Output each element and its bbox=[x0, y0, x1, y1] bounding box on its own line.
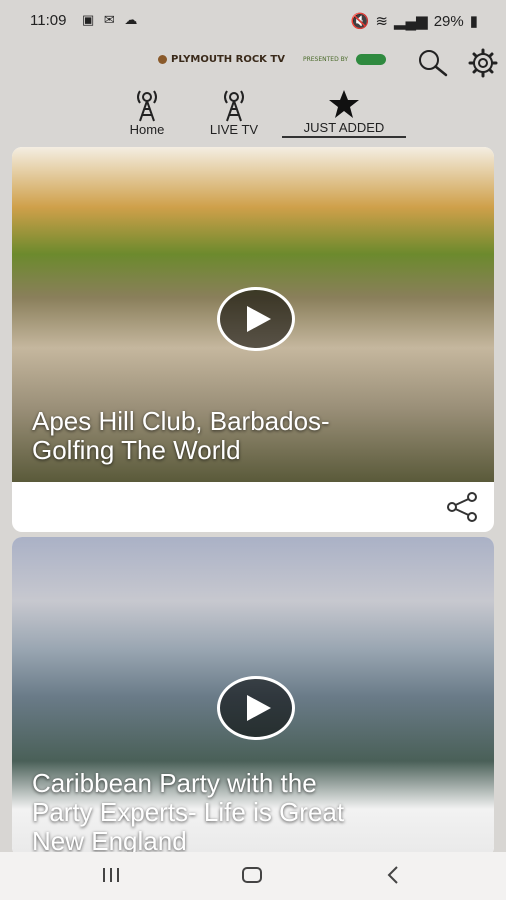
video-card[interactable]: Apes Hill Club, Barbados- Golfing The Wo… bbox=[12, 147, 494, 532]
search-icon bbox=[419, 50, 448, 77]
search-button[interactable] bbox=[417, 48, 449, 78]
video-title-line: Golfing The World bbox=[32, 435, 241, 465]
battery-icon: ▮ bbox=[469, 13, 478, 30]
tab-live-tv[interactable]: LIVE TV bbox=[200, 88, 268, 140]
app-logo: PLYMOUTH ROCK TV PRESENTED BY bbox=[158, 54, 387, 65]
system-nav-bar bbox=[0, 852, 506, 900]
rock-logo-icon bbox=[158, 55, 167, 64]
notification-icons: ▣ ✉ ☁ bbox=[82, 12, 141, 27]
tab-live-tv-label: LIVE TV bbox=[209, 122, 259, 137]
tab-home[interactable]: Home bbox=[118, 88, 176, 140]
status-time: 11:09 bbox=[30, 12, 67, 29]
video-title-line: Party Experts- Life is Great bbox=[32, 797, 345, 827]
play-button[interactable] bbox=[217, 287, 295, 351]
tab-just-added-label: JUST ADDED bbox=[303, 120, 385, 135]
wifi-icon: ≋ bbox=[375, 13, 388, 30]
share-button[interactable] bbox=[446, 492, 478, 522]
mute-icon: 🔇 bbox=[350, 13, 370, 30]
star-icon bbox=[329, 90, 359, 118]
video-thumbnail[interactable]: Caribbean Party with the Party Experts- … bbox=[12, 537, 494, 857]
settings-button[interactable] bbox=[467, 47, 499, 79]
video-title: Caribbean Party with the Party Experts- … bbox=[32, 769, 482, 856]
tab-just-added[interactable]: JUST ADDED bbox=[282, 88, 406, 138]
play-icon bbox=[247, 695, 271, 721]
signal-icon: ▂▄▆ bbox=[394, 13, 428, 30]
sponsor-text: PRESENTED BY bbox=[302, 56, 349, 63]
home-icon[interactable] bbox=[240, 864, 264, 886]
status-right: 🔇 ≋ ▂▄▆ 29% ▮ bbox=[350, 12, 478, 31]
back-icon[interactable] bbox=[382, 864, 404, 886]
video-title-line: Apes Hill Club, Barbados- bbox=[32, 406, 330, 436]
video-title: Apes Hill Club, Barbados- Golfing The Wo… bbox=[32, 407, 472, 465]
antenna-icon bbox=[137, 90, 157, 122]
video-title-line: Caribbean Party with the bbox=[32, 768, 317, 798]
play-icon bbox=[247, 306, 271, 332]
status-bar: 11:09 ▣ ✉ ☁ 🔇 ≋ ▂▄▆ 29% ▮ bbox=[0, 0, 506, 40]
gear-icon bbox=[468, 48, 498, 78]
battery-text: 29% bbox=[433, 12, 464, 30]
antenna-icon bbox=[224, 90, 244, 122]
video-thumbnail[interactable]: Apes Hill Club, Barbados- Golfing The Wo… bbox=[12, 147, 494, 482]
logo-text: PLYMOUTH ROCK TV bbox=[171, 54, 285, 65]
sponsor-logo-icon bbox=[356, 54, 387, 65]
share-icon bbox=[447, 492, 477, 522]
play-button[interactable] bbox=[217, 676, 295, 740]
recent-apps-icon[interactable] bbox=[100, 864, 122, 886]
video-card[interactable]: Caribbean Party with the Party Experts- … bbox=[12, 537, 494, 857]
tab-home-label: Home bbox=[129, 122, 165, 137]
